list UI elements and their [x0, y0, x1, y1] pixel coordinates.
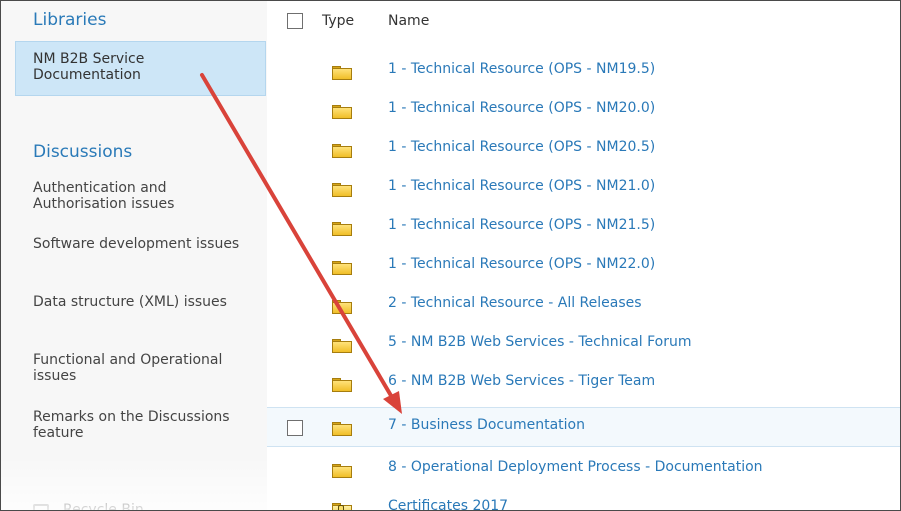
table-row[interactable]: 1 - Technical Resource (OPS - NM20.5)	[267, 129, 900, 169]
sidebar-item-data-structure-issues[interactable]: Data structure (XML) issues	[33, 294, 258, 310]
table-row[interactable]: 2 - Technical Resource - All Releases	[267, 285, 900, 325]
sidebar-item-software-development-issues[interactable]: Software development issues	[33, 236, 258, 252]
folder-link[interactable]: 1 - Technical Resource (OPS - NM20.5)	[388, 139, 655, 155]
table-row-selected[interactable]: 7 - Business Documentation	[267, 407, 900, 447]
folder-link[interactable]: 2 - Technical Resource - All Releases	[388, 295, 642, 311]
column-header-type[interactable]: Type	[322, 13, 354, 29]
table-row[interactable]: 6 - NM B2B Web Services - Tiger Team	[267, 363, 900, 403]
libraries-heading[interactable]: Libraries	[33, 10, 106, 30]
folder-icon	[332, 422, 352, 436]
folder-link[interactable]: 1 - Technical Resource (OPS - NM22.0)	[388, 256, 655, 272]
sidebar-item-label: NM B2B Service Documentation	[33, 51, 145, 83]
folder-icon	[332, 183, 352, 197]
sidebar-item-authentication-issues[interactable]: Authentication and Authorisation issues	[33, 180, 258, 212]
folder-icon	[332, 378, 352, 392]
folder-link[interactable]: 1 - Technical Resource (OPS - NM20.0)	[388, 100, 655, 116]
folder-link[interactable]: 5 - NM B2B Web Services - Technical Foru…	[388, 334, 692, 350]
folder-link[interactable]: 6 - NM B2B Web Services - Tiger Team	[388, 373, 655, 389]
left-navigation: Libraries NM B2B Service Documentation D…	[1, 1, 267, 511]
folder-icon	[332, 300, 352, 314]
sidebar-item-functional-operational-issues[interactable]: Functional and Operational issues	[33, 352, 258, 384]
list-header: Type Name	[267, 1, 900, 41]
screenshot-frame: Libraries NM B2B Service Documentation D…	[0, 0, 901, 511]
document-library-list: Type Name 1 - Technical Resource (OPS - …	[267, 1, 900, 510]
folder-icon	[332, 339, 352, 353]
row-select-checkbox[interactable]	[287, 420, 303, 436]
column-header-name[interactable]: Name	[388, 13, 429, 29]
folder-link[interactable]: 8 - Operational Deployment Process - Doc…	[388, 459, 763, 475]
folder-icon	[332, 105, 352, 119]
recycle-bin-label: Recycle Bin	[63, 502, 144, 511]
table-row[interactable]: 8 - Operational Deployment Process - Doc…	[267, 449, 900, 489]
folder-link[interactable]: Certificates 2017	[388, 498, 508, 510]
table-row[interactable]: Certificates 2017	[267, 488, 900, 510]
recycle-bin-icon	[33, 504, 49, 510]
folder-icon	[332, 261, 352, 275]
folder-link[interactable]: 1 - Technical Resource (OPS - NM21.5)	[388, 217, 655, 233]
table-row[interactable]: 1 - Technical Resource (OPS - NM22.0)	[267, 246, 900, 286]
folder-icon	[332, 222, 352, 236]
discussions-heading[interactable]: Discussions	[33, 142, 132, 162]
folder-link[interactable]: 7 - Business Documentation	[388, 417, 585, 433]
table-row[interactable]: 1 - Technical Resource (OPS - NM20.0)	[267, 90, 900, 130]
table-row[interactable]: 1 - Technical Resource (OPS - NM19.5)	[267, 51, 900, 91]
table-row[interactable]: 1 - Technical Resource (OPS - NM21.0)	[267, 168, 900, 208]
recycle-bin-link[interactable]: Recycle Bin	[33, 498, 253, 511]
folder-icon	[332, 464, 352, 478]
certificate-folder-icon	[332, 503, 352, 510]
sidebar-item-selected-library[interactable]: NM B2B Service Documentation	[15, 41, 266, 96]
folder-link[interactable]: 1 - Technical Resource (OPS - NM19.5)	[388, 61, 655, 77]
folder-link[interactable]: 1 - Technical Resource (OPS - NM21.0)	[388, 178, 655, 194]
folder-icon	[332, 66, 352, 80]
sidebar-item-discussions-feature-remarks[interactable]: Remarks on the Discussions feature	[33, 409, 258, 441]
select-all-checkbox[interactable]	[287, 13, 303, 29]
folder-icon	[332, 144, 352, 158]
table-row[interactable]: 1 - Technical Resource (OPS - NM21.5)	[267, 207, 900, 247]
table-row[interactable]: 5 - NM B2B Web Services - Technical Foru…	[267, 324, 900, 364]
